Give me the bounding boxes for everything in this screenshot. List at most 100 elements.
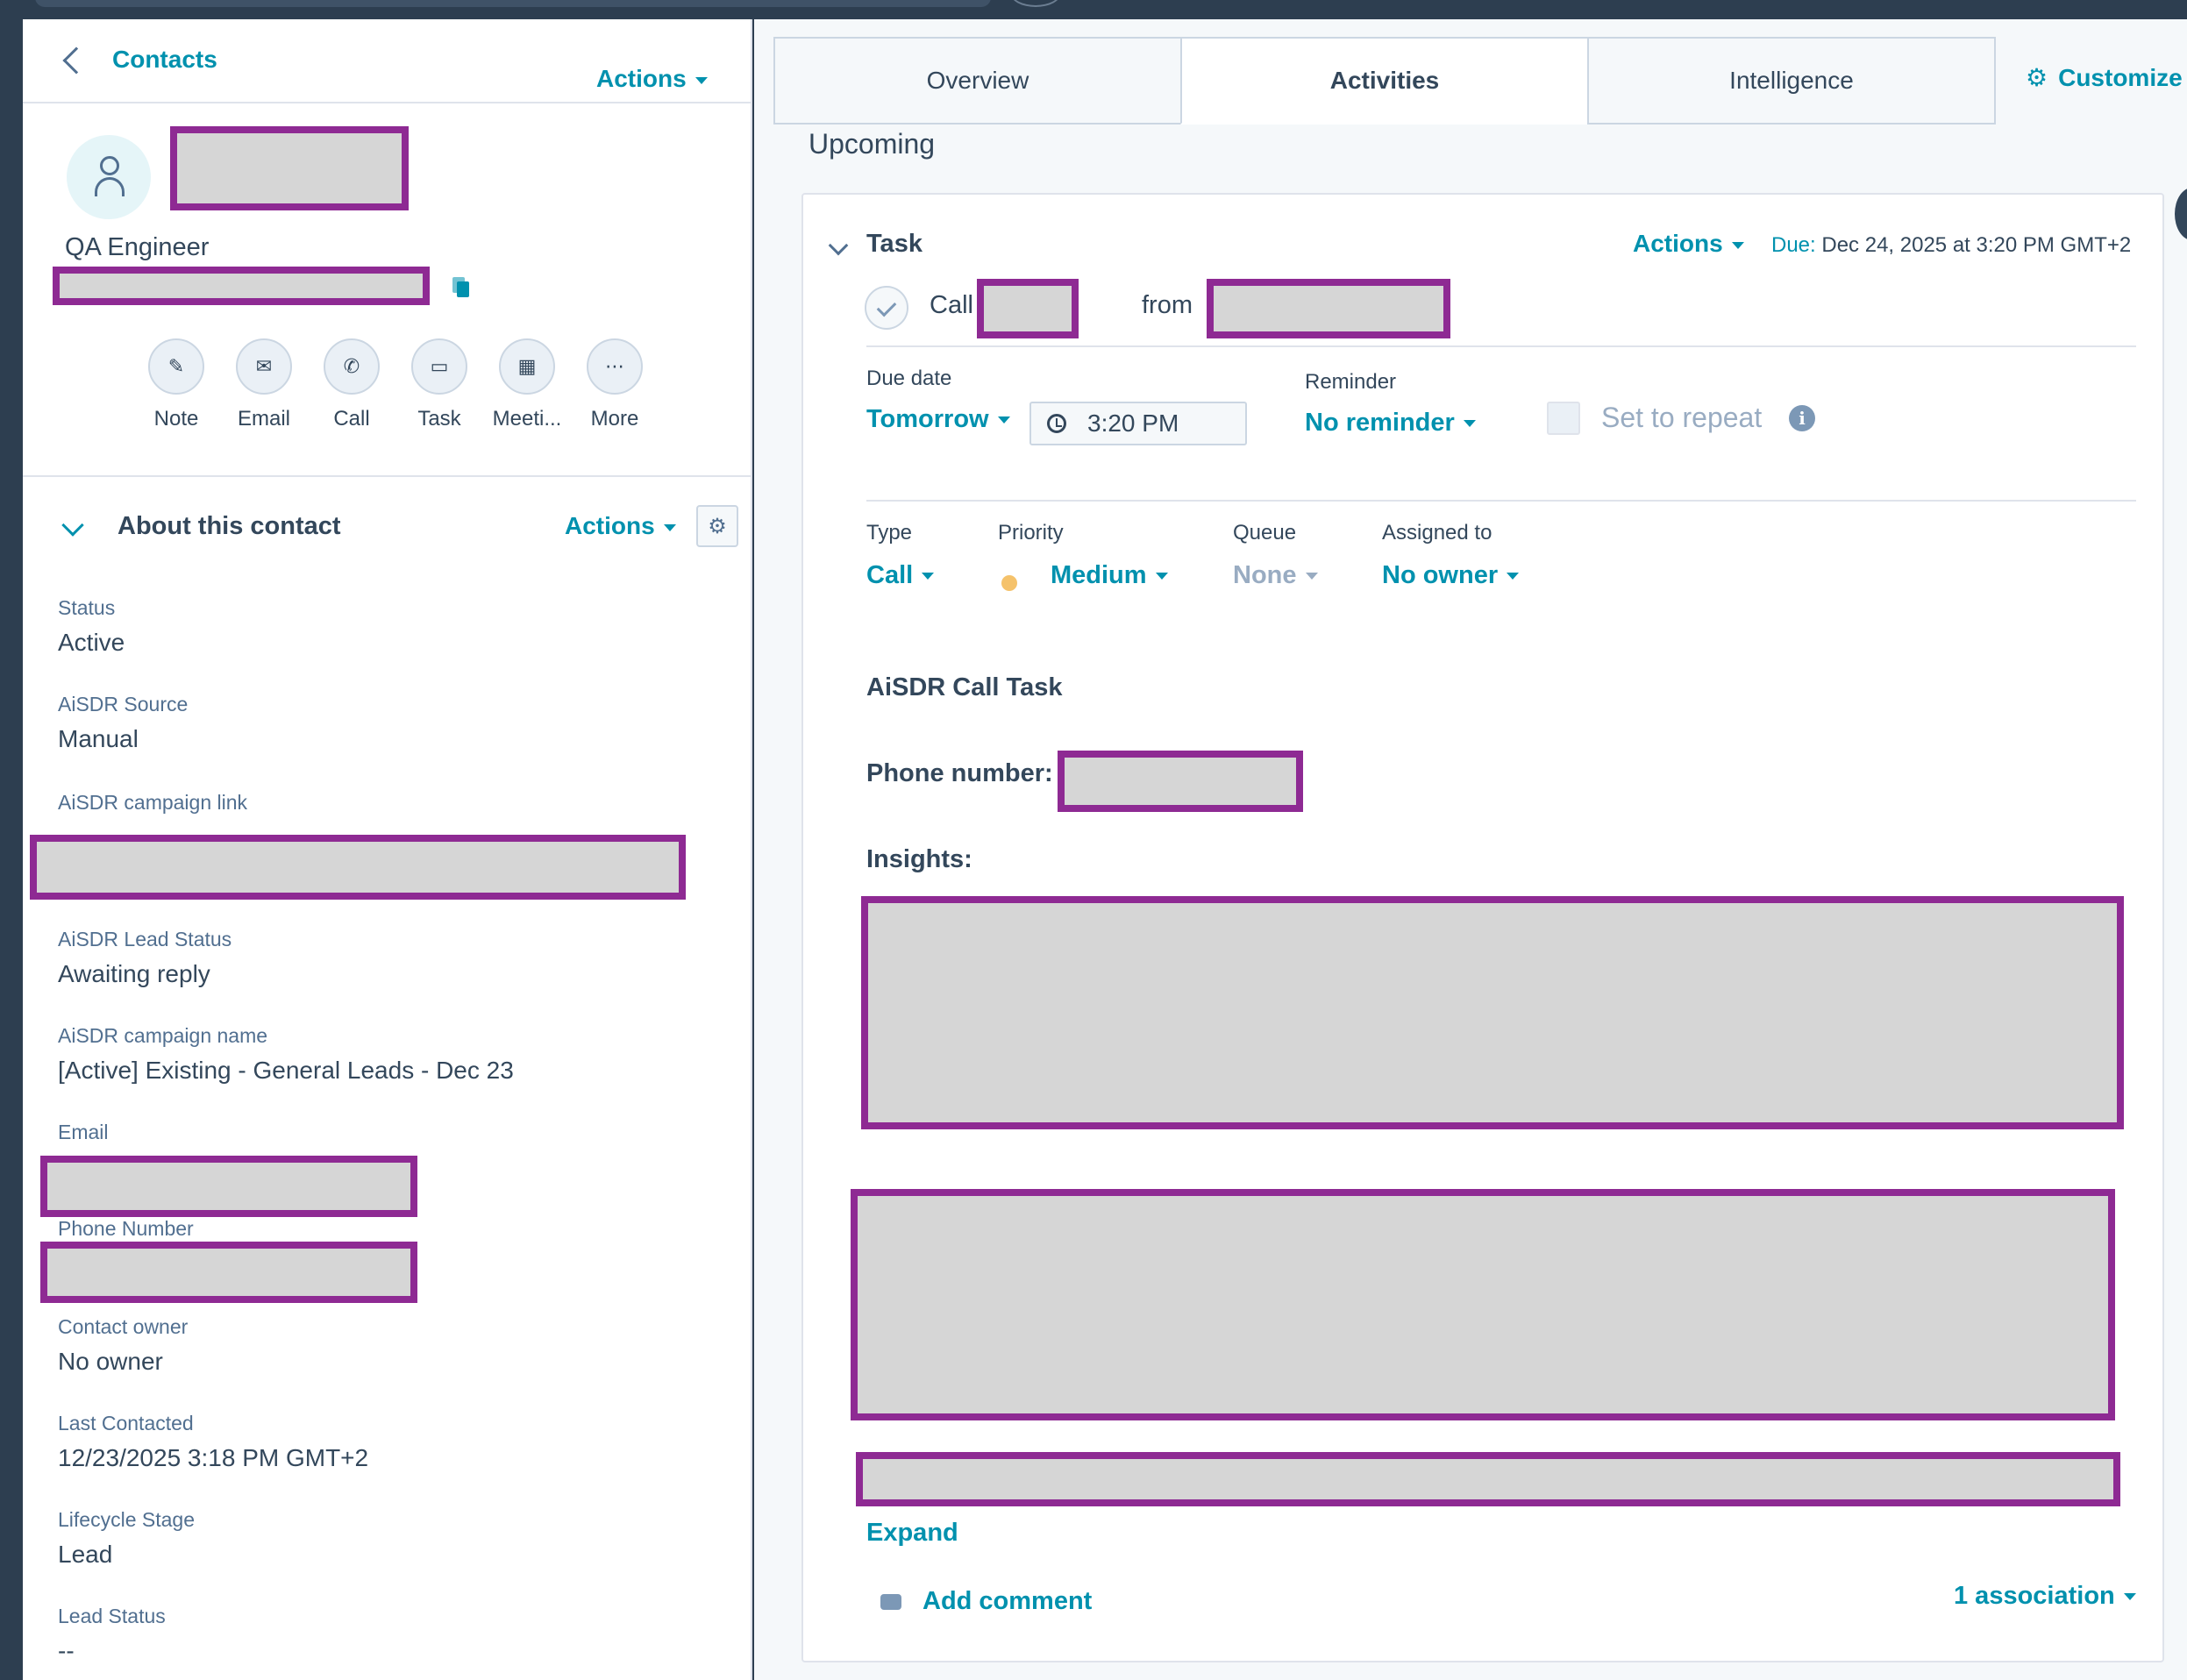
back-to-contacts-link[interactable]: Contacts <box>62 46 217 75</box>
note-icon[interactable]: ✎ <box>148 338 204 395</box>
caret-down-icon <box>1463 420 1476 428</box>
property-value: Awaiting reply <box>58 960 210 987</box>
about-section-header: About this contact Actions ⚙ <box>54 505 738 563</box>
alarm-clock-icon <box>1047 414 1066 433</box>
property-label: Email <box>58 1121 109 1143</box>
task-actions-dropdown[interactable]: Actions <box>1633 230 1744 258</box>
property-label: Lead Status <box>58 1605 166 1627</box>
queue-dropdown[interactable]: None <box>1233 561 1318 590</box>
email-icon[interactable]: ✉ <box>236 338 292 395</box>
property-status[interactable]: Status Active <box>58 596 125 657</box>
redacted-email-value <box>40 1156 417 1217</box>
quick-action-meeting[interactable]: ▦ Meeti... <box>483 338 571 431</box>
property-value: No owner <box>58 1348 163 1375</box>
reminder-dropdown[interactable]: No reminder <box>1305 409 1476 438</box>
due-time-input[interactable]: 3:20 PM <box>1029 402 1247 445</box>
property-aisdr-lead-status[interactable]: AiSDR Lead Status Awaiting reply <box>58 928 232 988</box>
property-aisdr-campaign-name[interactable]: AiSDR campaign name [Active] Existing - … <box>58 1024 514 1085</box>
top-nav-bar <box>0 0 2187 19</box>
avatar[interactable] <box>67 135 151 219</box>
set-to-repeat-label[interactable]: Set to repeat <box>1601 402 1762 434</box>
scroll-handle[interactable] <box>2175 188 2187 240</box>
quick-action-more[interactable]: ⋯ More <box>571 338 659 431</box>
set-to-repeat-checkbox[interactable] <box>1547 402 1580 435</box>
complete-task-checkbox[interactable] <box>865 286 908 330</box>
type-dropdown[interactable]: Call <box>866 561 935 590</box>
contact-actions-dropdown[interactable]: Actions <box>596 65 708 93</box>
property-aisdr-campaign-link[interactable]: AiSDR campaign link <box>58 791 247 815</box>
task-card: Task Actions Due: Dec 24, 2025 at 3:20 P… <box>801 193 2164 1662</box>
about-actions-dropdown[interactable]: Actions <box>565 512 676 540</box>
calendar-icon[interactable]: ▦ <box>499 338 555 395</box>
property-lifecycle-stage[interactable]: Lifecycle Stage Lead <box>58 1508 195 1569</box>
caret-down-icon <box>663 523 676 531</box>
chevron-down-icon[interactable] <box>828 235 849 256</box>
property-lead-status[interactable]: Lead Status -- <box>58 1605 166 1665</box>
add-comment-label: Add comment <box>923 1587 1093 1615</box>
copy-icon[interactable] <box>452 277 470 298</box>
quick-action-label: Note <box>153 407 199 431</box>
help-icon[interactable] <box>1010 0 1061 7</box>
task-card-title[interactable]: Task <box>866 230 923 259</box>
property-label: AiSDR Lead Status <box>58 928 232 950</box>
more-icon[interactable]: ⋯ <box>587 338 643 395</box>
queue-label: Queue <box>1233 521 1297 545</box>
expand-link[interactable]: Expand <box>866 1519 958 1548</box>
property-label: Status <box>58 596 116 619</box>
priority-dropdown[interactable]: Medium <box>1051 561 1168 590</box>
customize-button[interactable]: ⚙ Customize <box>2026 63 2183 92</box>
property-value: Manual <box>58 725 139 752</box>
tab-overview[interactable]: Overview <box>773 37 1182 125</box>
section-title-upcoming: Upcoming <box>809 128 936 160</box>
quick-action-call[interactable]: ✆ Call <box>308 338 395 431</box>
property-last-contacted[interactable]: Last Contacted 12/23/2025 3:18 PM GMT+2 <box>58 1412 368 1472</box>
quick-action-task[interactable]: ▭ Task <box>395 338 483 431</box>
quick-action-note[interactable]: ✎ Note <box>132 338 220 431</box>
redacted-campaign-link <box>30 835 686 900</box>
quick-action-label: Task <box>417 407 461 431</box>
sidebar-header: Contacts Actions <box>23 19 751 103</box>
property-contact-owner[interactable]: Contact owner No owner <box>58 1315 188 1376</box>
task-icon[interactable]: ▭ <box>411 338 467 395</box>
chevron-down-icon[interactable] <box>61 514 84 537</box>
task-body-insights-label: Insights: <box>866 845 972 873</box>
caret-down-icon <box>1155 573 1168 580</box>
assigned-to-dropdown[interactable]: No owner <box>1382 561 1520 590</box>
due-date-dropdown[interactable]: Tomorrow <box>866 405 1010 434</box>
associations-dropdown[interactable]: 1 association <box>1954 1582 2136 1611</box>
property-value: [Active] Existing - General Leads - Dec … <box>58 1057 514 1084</box>
task-subject-from: from <box>1142 291 1193 319</box>
tab-intelligence[interactable]: Intelligence <box>1587 37 1996 125</box>
global-search-bar[interactable] <box>35 0 991 7</box>
gear-icon: ⚙ <box>2026 64 2048 91</box>
phone-icon[interactable]: ✆ <box>324 338 380 395</box>
redacted-contact-email <box>53 267 430 305</box>
property-label: Phone Number <box>58 1217 194 1240</box>
about-section-title[interactable]: About this contact <box>118 512 341 541</box>
about-actions-label: Actions <box>565 512 655 539</box>
quick-action-label: Email <box>237 407 290 431</box>
redacted-contact-name <box>170 126 409 210</box>
caret-down-icon <box>997 416 1010 424</box>
association-label: 1 association <box>1954 1582 2115 1610</box>
queue-value: None <box>1233 561 1297 589</box>
gear-icon[interactable]: ⚙ <box>696 505 738 547</box>
property-phone-number[interactable]: Phone Number <box>58 1217 194 1241</box>
assigned-to-value: No owner <box>1382 561 1499 589</box>
property-value: Lead <box>58 1541 113 1568</box>
divider <box>23 475 751 477</box>
contact-actions-label: Actions <box>596 65 687 92</box>
type-label: Type <box>866 521 913 545</box>
quick-actions: ✎ Note ✉ Email ✆ Call ▭ Task ▦ Meeti... … <box>132 338 659 431</box>
tab-activities[interactable]: Activities <box>1180 37 1589 125</box>
caret-down-icon <box>1507 573 1520 580</box>
quick-action-email[interactable]: ✉ Email <box>220 338 308 431</box>
record-tabs: Overview Activities Intelligence <box>773 37 1996 125</box>
caret-down-icon <box>2123 1593 2136 1601</box>
contact-sidebar: Contacts Actions QA Engineer ✎ Note ✉ Em… <box>23 19 752 1680</box>
property-aisdr-source[interactable]: AiSDR Source Manual <box>58 693 188 753</box>
info-icon[interactable]: i <box>1789 405 1815 431</box>
add-comment-button[interactable]: Add comment <box>880 1587 1092 1616</box>
reminder-label: Reminder <box>1305 370 1397 394</box>
property-email[interactable]: Email <box>58 1121 109 1144</box>
